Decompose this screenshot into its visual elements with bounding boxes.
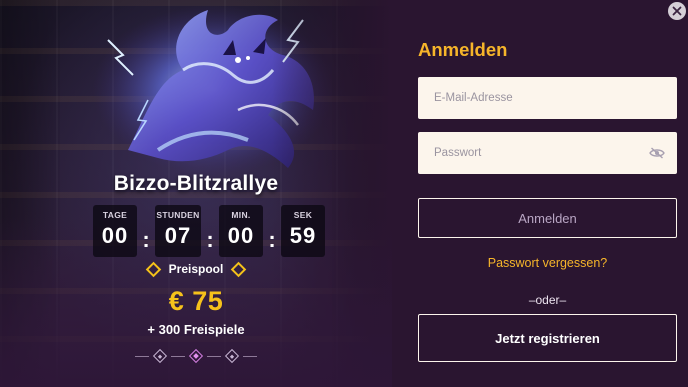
- login-button[interactable]: Anmelden: [418, 198, 677, 238]
- free-spins-text: + 300 Freispiele: [147, 322, 245, 337]
- carousel-dot-3[interactable]: [224, 348, 240, 364]
- indicator-line: [243, 355, 257, 357]
- carousel-dot-2[interactable]: [188, 348, 204, 364]
- promo-panel: Bizzo-Blitzrallye TAGE 00 : STUNDEN 07 :…: [0, 0, 392, 387]
- countdown-minutes-value: 00: [227, 223, 255, 248]
- forgot-password-link[interactable]: Passwort vergessen?: [418, 256, 677, 270]
- password-field-wrapper: [418, 132, 677, 174]
- countdown-separator: :: [268, 227, 276, 252]
- prize-pool-row: Preispool: [0, 261, 392, 277]
- countdown-hours: STUNDEN 07: [155, 205, 201, 257]
- indicator-line: [135, 355, 149, 357]
- countdown-days: TAGE 00: [93, 205, 137, 257]
- countdown-seconds-label: SEK: [293, 210, 313, 220]
- carousel-indicators: [0, 348, 392, 364]
- prize-amount: € 75: [168, 286, 224, 316]
- register-button[interactable]: Jetzt registrieren: [418, 314, 677, 362]
- carousel-dot-1[interactable]: [152, 348, 168, 364]
- indicator-line: [207, 355, 221, 357]
- prize-pool-label: Preispool: [168, 262, 224, 276]
- password-input[interactable]: [434, 147, 649, 159]
- countdown-separator: :: [206, 227, 214, 252]
- countdown-days-label: TAGE: [102, 210, 128, 220]
- email-input[interactable]: [434, 92, 661, 104]
- countdown-hours-label: STUNDEN: [156, 210, 200, 220]
- eye-slash-icon[interactable]: [649, 147, 665, 159]
- countdown-timer: TAGE 00 : STUNDEN 07 : MIN. 00 : SEK 59: [93, 205, 325, 257]
- close-button[interactable]: [668, 2, 686, 20]
- email-field-wrapper: [418, 77, 677, 119]
- countdown-minutes-label: MIN.: [231, 210, 251, 220]
- diamond-icon: [231, 261, 247, 277]
- close-icon: [672, 6, 682, 16]
- login-title: Anmelden: [418, 39, 508, 60]
- or-divider: –oder–: [528, 293, 567, 307]
- diamond-icon: [145, 261, 161, 277]
- countdown-seconds: SEK 59: [281, 205, 325, 257]
- login-panel: Anmelden Anmelden Passwort vergessen? –o…: [392, 0, 688, 387]
- login-modal: Bizzo-Blitzrallye TAGE 00 : STUNDEN 07 :…: [0, 0, 688, 387]
- countdown-hours-value: 07: [164, 223, 192, 248]
- countdown-seconds-value: 59: [289, 223, 317, 248]
- promo-title: Bizzo-Blitzrallye: [113, 172, 279, 195]
- indicator-line: [171, 355, 185, 357]
- countdown-separator: :: [142, 227, 150, 252]
- countdown-days-value: 00: [101, 223, 129, 248]
- countdown-minutes: MIN. 00: [219, 205, 263, 257]
